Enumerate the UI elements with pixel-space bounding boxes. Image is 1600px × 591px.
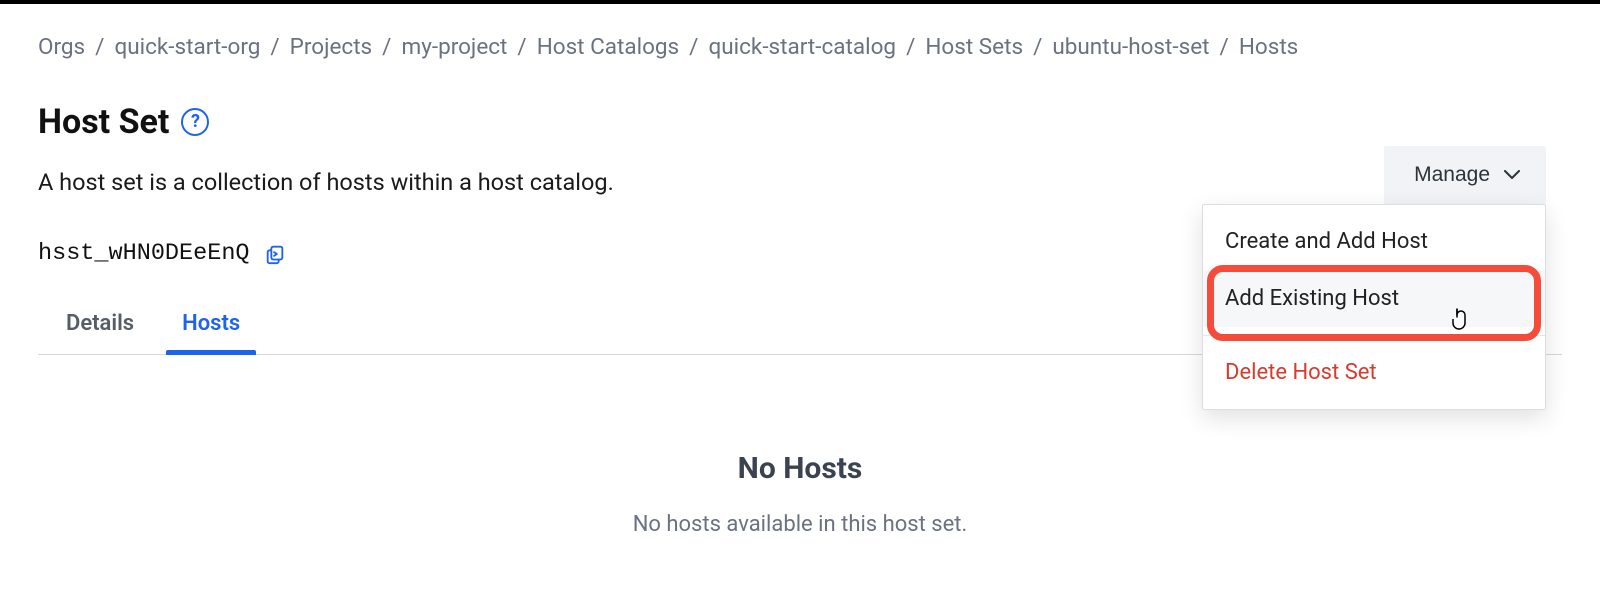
menu-create-add-host[interactable]: Create and Add Host — [1203, 213, 1545, 270]
chevron-down-icon — [1504, 170, 1520, 180]
breadcrumb-catalog[interactable]: quick-start-catalog — [708, 34, 896, 60]
empty-title: No Hosts — [38, 451, 1562, 486]
breadcrumb-sep: / — [685, 34, 702, 60]
menu-separator — [1203, 335, 1545, 336]
breadcrumb-sep: / — [1029, 34, 1046, 60]
tab-hosts[interactable]: Hosts — [176, 303, 246, 354]
breadcrumb-org[interactable]: quick-start-org — [114, 34, 260, 60]
breadcrumb-current: Hosts — [1239, 34, 1298, 60]
breadcrumb-host-set[interactable]: ubuntu-host-set — [1052, 34, 1209, 60]
breadcrumb-sep: / — [1216, 34, 1233, 60]
page-title: Host Set — [38, 102, 169, 142]
breadcrumb-sep: / — [378, 34, 395, 60]
breadcrumb-sep: / — [266, 34, 283, 60]
page-description: A host set is a collection of hosts with… — [38, 168, 1562, 196]
breadcrumb-sep: / — [91, 34, 108, 60]
manage-button[interactable]: Manage — [1384, 146, 1546, 204]
breadcrumb-host-catalogs[interactable]: Host Catalogs — [537, 34, 679, 60]
breadcrumb-project[interactable]: my-project — [401, 34, 507, 60]
manage-menu: Create and Add Host Add Existing Host De… — [1202, 204, 1546, 410]
breadcrumb-sep: / — [513, 34, 530, 60]
empty-subtitle: No hosts available in this host set. — [38, 512, 1562, 537]
breadcrumb-orgs[interactable]: Orgs — [38, 34, 85, 60]
menu-delete-host-set[interactable]: Delete Host Set — [1203, 344, 1545, 401]
manage-button-label: Manage — [1414, 163, 1490, 187]
empty-state: No Hosts No hosts available in this host… — [38, 451, 1562, 537]
breadcrumb: Orgs / quick-start-org / Projects / my-p… — [38, 34, 1562, 60]
menu-add-existing-host[interactable]: Add Existing Host — [1203, 270, 1545, 327]
tab-details[interactable]: Details — [60, 303, 140, 354]
breadcrumb-projects[interactable]: Projects — [290, 34, 373, 60]
breadcrumb-sep: / — [902, 34, 919, 60]
resource-id: hsst_wHN0DEeEnQ — [38, 240, 250, 267]
copy-icon[interactable] — [264, 243, 286, 265]
help-icon[interactable]: ? — [181, 108, 209, 136]
breadcrumb-host-sets[interactable]: Host Sets — [925, 34, 1023, 60]
